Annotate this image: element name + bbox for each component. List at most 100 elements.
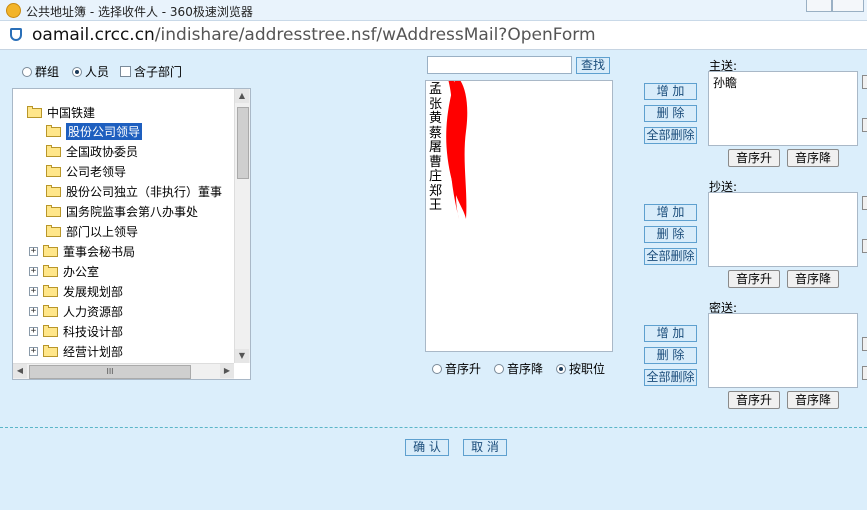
sort-asc-radio[interactable] [432, 363, 442, 374]
tree-item[interactable]: + 办公室 [29, 262, 99, 280]
bcc-sort-asc-button[interactable]: 音序升 [728, 391, 780, 409]
group-label: 群组 [35, 65, 60, 79]
cc-side-control-2[interactable] [862, 239, 867, 253]
folder-icon [46, 125, 62, 137]
tree-item[interactable]: + 经营计划部 [29, 342, 123, 360]
tree-item-label: 科技设计部 [63, 324, 124, 339]
sort-asc-label: 音序升 [445, 362, 482, 376]
tree-item[interactable]: + 发展规划部 [29, 282, 123, 300]
bcc-side-control[interactable] [862, 337, 867, 351]
sort-asc-option[interactable]: 音序升 [432, 360, 481, 377]
url-text: oamail.crcc.cn/indishare/addresstree.nsf… [32, 25, 596, 45]
bcc-sort-desc-button[interactable]: 音序降 [787, 391, 839, 409]
hscroll-thumb[interactable]: III [29, 365, 191, 379]
redaction-scribble [446, 81, 468, 219]
scroll-right-arrow-icon[interactable]: ▶ [220, 364, 234, 378]
to-side-control[interactable] [862, 75, 867, 89]
sort-position-option[interactable]: 按职位 [556, 360, 605, 377]
tree-item-label: 部门以上领导 [66, 224, 139, 239]
bcc-side-control-2[interactable] [862, 366, 867, 380]
tree-item-label: 国务院监事会第八办事处 [66, 204, 199, 219]
folder-icon [46, 145, 62, 157]
to-delete-all-button[interactable]: 全部删除 [644, 127, 697, 144]
tree-item[interactable]: 股份公司独立（非执行）董事 [46, 182, 222, 200]
search-button[interactable]: 查找 [576, 57, 610, 74]
tree-item-label: 全国政协委员 [66, 144, 139, 159]
folder-icon [43, 345, 59, 357]
tree-item[interactable]: 全国政协委员 [46, 142, 138, 160]
expand-plus-icon[interactable]: + [29, 306, 38, 316]
mode-group-option[interactable]: 群组 [22, 63, 59, 80]
tree-item[interactable]: + 科技设计部 [29, 322, 123, 340]
sort-desc-option[interactable]: 音序降 [494, 360, 543, 377]
person-label: 人员 [85, 65, 110, 79]
folder-icon [43, 285, 59, 297]
tree-item-label: 经营计划部 [63, 344, 124, 359]
cc-sort-desc-button[interactable]: 音序降 [787, 270, 839, 288]
tree-item-label: 股份公司领导 [66, 122, 143, 140]
bcc-delete-all-button[interactable]: 全部删除 [644, 369, 697, 386]
bcc-recipient-list[interactable] [708, 313, 858, 388]
close-button[interactable] [832, 0, 864, 12]
to-entry[interactable]: 孙瞻 [713, 74, 737, 91]
tree-item[interactable]: + 人力资源部 [29, 302, 123, 320]
window-title: 公共地址簿 - 选择收件人 - 360极速浏览器 [26, 5, 253, 19]
group-radio[interactable] [22, 66, 32, 77]
to-add-button[interactable]: 增 加 [644, 83, 697, 100]
subdept-option[interactable]: 含子部门 [120, 63, 182, 80]
scroll-thumb[interactable] [237, 107, 249, 179]
window-title-bar: 公共地址簿 - 选择收件人 - 360极速浏览器 [0, 0, 867, 21]
person-radio[interactable] [72, 66, 82, 77]
tree-item[interactable]: 国务院监事会第八办事处 [46, 202, 198, 220]
sort-desc-label: 音序降 [507, 362, 544, 376]
cc-recipient-list[interactable] [708, 192, 858, 267]
footer-divider [0, 427, 867, 428]
expand-plus-icon[interactable]: + [29, 246, 38, 256]
cc-delete-button[interactable]: 删 除 [644, 226, 697, 243]
to-side-control-2[interactable] [862, 118, 867, 132]
tree-item-label: 公司老领导 [66, 164, 127, 179]
expand-plus-icon[interactable]: + [29, 346, 38, 356]
person-list[interactable]: 孟张黄蔡屠曹庄郑王 [425, 80, 613, 352]
to-sort-desc-button[interactable]: 音序降 [787, 149, 839, 167]
tree-item-label: 发展规划部 [63, 284, 124, 299]
bcc-delete-button[interactable]: 删 除 [644, 347, 697, 364]
folder-icon [46, 165, 62, 177]
sort-desc-radio[interactable] [494, 363, 504, 374]
department-tree[interactable]: 中国铁建 股份公司领导 全国政协委员 公司老领导股份公司独立（非执行）董事 国务院监事… [12, 88, 251, 380]
tree-item[interactable]: 公司老领导 [46, 162, 126, 180]
cc-add-button[interactable]: 增 加 [644, 204, 697, 221]
folder-icon [43, 305, 59, 317]
tree-horizontal-scrollbar[interactable]: ◀ III ▶ [13, 363, 234, 379]
confirm-button[interactable]: 确 认 [405, 439, 449, 456]
tree-item[interactable]: + 董事会秘书局 [29, 242, 135, 260]
tree-item[interactable]: 部门以上领导 [46, 222, 138, 240]
expand-plus-icon[interactable]: + [29, 326, 38, 336]
scroll-down-arrow-icon[interactable]: ▼ [235, 349, 249, 363]
minimize-button[interactable] [806, 0, 832, 12]
tree-root[interactable]: 中国铁建 [27, 103, 95, 121]
scroll-up-arrow-icon[interactable]: ▲ [235, 89, 249, 103]
scroll-left-arrow-icon[interactable]: ◀ [13, 364, 27, 378]
expand-plus-icon[interactable]: + [29, 266, 38, 276]
to-sort-asc-button[interactable]: 音序升 [728, 149, 780, 167]
cc-delete-all-button[interactable]: 全部删除 [644, 248, 697, 265]
sort-position-radio[interactable] [556, 363, 566, 374]
mode-person-option[interactable]: 人员 [72, 63, 109, 80]
tree-vertical-scrollbar[interactable]: ▲ ▼ [234, 89, 250, 363]
folder-icon [43, 245, 59, 257]
cancel-button[interactable]: 取 消 [463, 439, 507, 456]
bcc-add-button[interactable]: 增 加 [644, 325, 697, 342]
url-host: oamail.crcc.cn [32, 25, 155, 45]
tree-item[interactable]: 股份公司领导 [46, 122, 143, 140]
tree-item-label: 股份公司独立（非执行）董事 [66, 184, 223, 199]
to-recipient-list[interactable]: 孙瞻 [708, 71, 858, 146]
folder-icon [46, 205, 62, 217]
subdept-checkbox[interactable] [120, 66, 131, 77]
expand-plus-icon[interactable]: + [29, 286, 38, 296]
address-bar[interactable]: oamail.crcc.cn/indishare/addresstree.nsf… [0, 21, 867, 50]
cc-sort-asc-button[interactable]: 音序升 [728, 270, 780, 288]
cc-side-control[interactable] [862, 196, 867, 210]
to-delete-button[interactable]: 删 除 [644, 105, 697, 122]
search-input[interactable] [427, 56, 572, 74]
